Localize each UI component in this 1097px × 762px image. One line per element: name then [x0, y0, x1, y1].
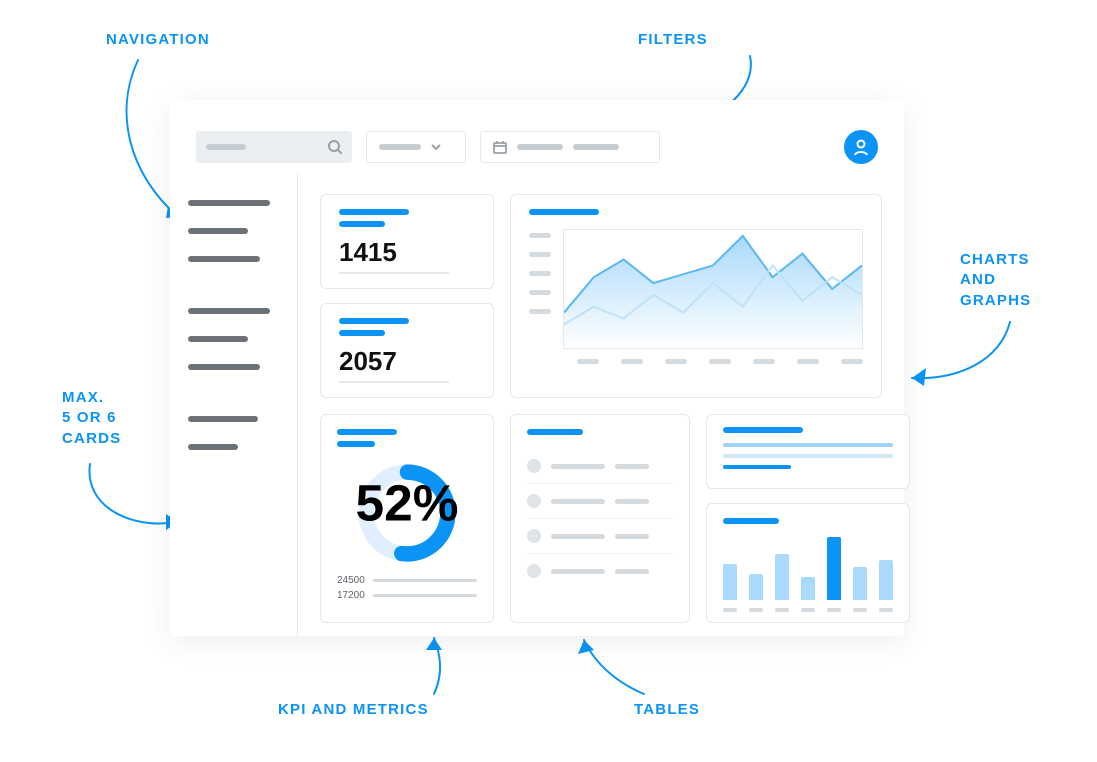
table-card [510, 414, 690, 623]
search-icon [328, 140, 342, 154]
x-axis-ticks [529, 349, 863, 364]
filter-dropdown[interactable] [366, 131, 466, 163]
anno-max-cards: MAX. 5 OR 6 CARDS [62, 388, 121, 449]
kpi-value: 1415 [339, 237, 449, 274]
nav-group-3 [188, 416, 279, 450]
y-axis-ticks [529, 229, 551, 349]
filter-placeholder [379, 144, 421, 150]
anno-kpi: KPI AND METRICS [278, 700, 429, 720]
legend-value-b: 17200 [337, 590, 365, 601]
bar-chart [723, 534, 893, 600]
area-series-a [564, 236, 862, 348]
table-row[interactable] [527, 484, 673, 519]
user-avatar[interactable] [844, 130, 878, 164]
donut-title [337, 429, 397, 435]
donut-center-label: 52% [356, 474, 459, 532]
kpi-title [339, 209, 409, 215]
bar [827, 537, 841, 600]
nav-item[interactable] [188, 416, 258, 422]
nav-item[interactable] [188, 336, 248, 342]
kpi-subtitle [339, 221, 385, 227]
arrow-kpi [404, 632, 464, 702]
calendar-icon [493, 140, 507, 154]
legend-value-a: 24500 [337, 575, 365, 586]
chevron-down-icon [431, 142, 441, 152]
list-line [723, 443, 893, 447]
bar [723, 564, 737, 600]
nav-item[interactable] [188, 308, 270, 314]
date-placeholder-b [573, 144, 619, 150]
bar-chart-card [706, 503, 910, 623]
anno-filters: FILTERS [638, 30, 708, 50]
kpi-card-2: 2057 [320, 303, 494, 398]
main-content: 1415 2057 [298, 174, 904, 636]
list-title [723, 427, 803, 433]
nav-item[interactable] [188, 256, 260, 262]
date-placeholder-a [517, 144, 563, 150]
nav-item[interactable] [188, 364, 260, 370]
kpi-stack: 1415 2057 [320, 194, 494, 398]
topbar [170, 100, 904, 174]
donut-legend: 24500 17200 [337, 575, 477, 601]
kpi-card-1: 1415 [320, 194, 494, 289]
donut-card: 52% 24500 17200 [320, 414, 494, 623]
bar [775, 554, 789, 600]
kpi-subtitle [339, 330, 385, 336]
nav-item[interactable] [188, 444, 238, 450]
nav-item[interactable] [188, 200, 270, 206]
bar-title [723, 518, 779, 524]
search-input[interactable] [196, 131, 352, 163]
bar [879, 560, 893, 600]
chart-title [529, 209, 599, 215]
table-row[interactable] [527, 554, 673, 588]
donut-chart: 52% [353, 459, 461, 567]
dashboard-window: 1415 2057 [170, 100, 904, 636]
list-line [723, 465, 791, 469]
search-placeholder [206, 144, 246, 150]
nav-group-2 [188, 308, 279, 370]
donut-subtitle [337, 441, 375, 447]
bar [853, 567, 867, 600]
list-line [723, 454, 893, 458]
anno-charts: CHARTS AND GRAPHS [960, 250, 1031, 311]
table-row[interactable] [527, 519, 673, 554]
list-card [706, 414, 910, 489]
anno-navigation: NAVIGATION [106, 30, 210, 50]
user-icon [852, 138, 870, 156]
anno-tables: TABLES [634, 700, 700, 720]
table-row[interactable] [527, 449, 673, 484]
arrow-charts [900, 316, 1020, 396]
nav-item[interactable] [188, 228, 248, 234]
date-filter[interactable] [480, 131, 660, 163]
bar-x-ticks [723, 600, 893, 612]
line-chart-card [510, 194, 882, 398]
line-chart [563, 229, 863, 349]
nav-group-1 [188, 200, 279, 262]
bar [749, 574, 763, 600]
sidebar [170, 174, 298, 636]
bar [801, 577, 815, 600]
kpi-value: 2057 [339, 346, 449, 383]
table-title [527, 429, 583, 435]
kpi-title [339, 318, 409, 324]
arrow-tables [560, 632, 660, 702]
